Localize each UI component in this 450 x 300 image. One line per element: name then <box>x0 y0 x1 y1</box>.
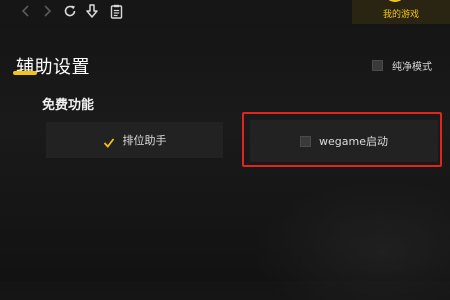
check-icon[interactable] <box>103 134 115 148</box>
feature-tile-rank-assistant[interactable]: 排位助手 <box>46 122 223 158</box>
pure-mode-label[interactable]: 纯净模式 <box>392 58 432 73</box>
clipboard-icon[interactable] <box>107 2 125 20</box>
pure-mode-checkbox[interactable] <box>372 60 383 71</box>
pure-mode-toggle[interactable]: 纯净模式 <box>372 58 432 73</box>
my-games-label[interactable]: 我的游戏 <box>352 7 450 20</box>
download-icon[interactable] <box>83 2 101 20</box>
feature-tile-wegame-launch[interactable]: wegame启动 <box>250 120 438 162</box>
rank-assistant-label[interactable]: 排位助手 <box>123 132 167 148</box>
back-icon[interactable] <box>17 2 35 20</box>
refresh-icon[interactable] <box>61 2 79 20</box>
forward-icon[interactable] <box>38 2 56 20</box>
page-title: 辅助设置 <box>16 57 90 78</box>
free-features-heading: 免费功能 <box>42 98 95 113</box>
background-glow <box>250 180 450 300</box>
title-accent-bar <box>13 71 37 75</box>
wegame-launch-label[interactable]: wegame启动 <box>319 133 388 149</box>
wegame-launch-checkbox[interactable] <box>300 135 311 147</box>
